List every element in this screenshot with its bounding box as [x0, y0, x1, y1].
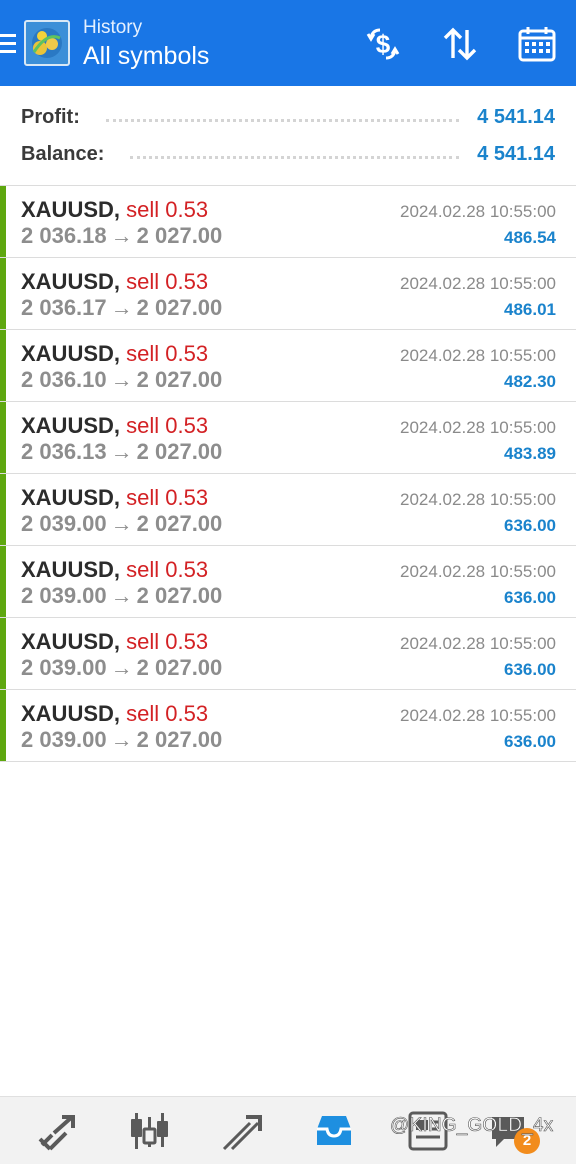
summary-panel: Profit: 4 541.14 Balance: 4 541.14: [0, 86, 576, 186]
deal-symbol: XAUUSD,: [21, 557, 121, 582]
arrow-right-icon: →: [110, 223, 133, 248]
open-price: 2 039.00: [21, 655, 107, 680]
arrow-right-icon: →: [110, 295, 133, 320]
deal-profit: 482.30: [504, 372, 556, 391]
deal-row[interactable]: XAUUSD, sell 0.53 2 036.17 → 2 027.00 2024.0…: [0, 258, 576, 330]
open-price: 2 036.18: [21, 223, 107, 248]
deal-time: 2024.02.28 10:55:00: [400, 418, 556, 437]
deal-time: 2024.02.28 10:55:00: [400, 490, 556, 509]
balance-row: Balance: 4 541.14: [21, 139, 555, 169]
deal-indicator: [0, 546, 6, 617]
chart-icon[interactable]: [128, 1109, 172, 1153]
deal-profit: 483.89: [504, 444, 556, 463]
dotted-leader: [130, 155, 460, 159]
deal-time: 2024.02.28 10:55:00: [400, 634, 556, 653]
deal-symbol: XAUUSD,: [21, 485, 121, 510]
trade-icon[interactable]: [220, 1109, 264, 1153]
deal-type: sell 0.53: [126, 701, 209, 726]
deal-row[interactable]: XAUUSD, sell 0.53 2 039.00 → 2 027.00 2024.0…: [0, 474, 576, 546]
deal-time: 2024.02.28 10:55:00: [400, 706, 556, 725]
sort-icon[interactable]: [440, 24, 480, 64]
deal-indicator: [0, 618, 6, 689]
profit-label: Profit:: [21, 105, 80, 128]
deal-list: XAUUSD, sell 0.53 2 036.18 → 2 027.00 2024.0…: [0, 186, 576, 762]
deal-row[interactable]: XAUUSD, sell 0.53 2 036.18 → 2 027.00 2024.0…: [0, 186, 576, 258]
app-logo: [24, 20, 70, 66]
close-price: 2 027.00: [136, 655, 223, 680]
open-price: 2 039.00: [21, 727, 107, 752]
balance-value: 4 541.14: [477, 142, 555, 165]
deal-type: sell 0.53: [126, 557, 209, 582]
open-price: 2 039.00: [21, 583, 107, 608]
deal-indicator: [0, 186, 6, 257]
svg-text:$: $: [376, 29, 391, 59]
close-price: 2 027.00: [136, 727, 223, 752]
watermark: @KING_GOLD_4x: [390, 1115, 554, 1137]
deal-indicator: [0, 402, 6, 473]
dotted-leader: [105, 118, 460, 122]
deal-symbol: XAUUSD,: [21, 701, 121, 726]
quotes-icon[interactable]: [36, 1109, 80, 1153]
open-price: 2 039.00: [21, 511, 107, 536]
deal-indicator: [0, 690, 6, 761]
deal-symbol: XAUUSD,: [21, 341, 121, 366]
deal-profit: 636.00: [504, 660, 556, 679]
deal-profit: 486.54: [504, 228, 556, 247]
close-price: 2 027.00: [136, 511, 223, 536]
balance-label: Balance:: [21, 142, 105, 165]
deal-symbol: XAUUSD,: [21, 629, 121, 654]
arrow-right-icon: →: [110, 439, 133, 464]
deal-profit: 636.00: [504, 516, 556, 535]
close-price: 2 027.00: [136, 439, 223, 464]
screen-subtitle: History: [83, 17, 143, 38]
deal-type: sell 0.53: [126, 629, 209, 654]
deal-row[interactable]: XAUUSD, sell 0.53 2 039.00 → 2 027.00 2024.0…: [0, 618, 576, 690]
arrow-right-icon: →: [110, 655, 133, 680]
profit-row: Profit: 4 541.14: [21, 102, 555, 132]
deal-time: 2024.02.28 10:55:00: [400, 202, 556, 221]
dollar-refresh-icon[interactable]: $: [363, 24, 403, 64]
deal-profit: 636.00: [504, 588, 556, 607]
deal-profit: 636.00: [504, 732, 556, 751]
deal-indicator: [0, 474, 6, 545]
deal-symbol: XAUUSD,: [21, 197, 121, 222]
close-price: 2 027.00: [136, 367, 223, 392]
calendar-icon[interactable]: [517, 24, 557, 64]
open-price: 2 036.10: [21, 367, 107, 392]
deal-type: sell 0.53: [126, 485, 209, 510]
deal-type: sell 0.53: [126, 341, 209, 366]
deal-symbol: XAUUSD,: [21, 413, 121, 438]
profit-value: 4 541.14: [477, 105, 555, 128]
menu-icon[interactable]: [0, 34, 16, 54]
arrow-right-icon: →: [110, 727, 133, 752]
deal-time: 2024.02.28 10:55:00: [400, 562, 556, 581]
deal-type: sell 0.53: [126, 413, 209, 438]
deal-type: sell 0.53: [126, 197, 209, 222]
deal-type: sell 0.53: [126, 269, 209, 294]
deal-row[interactable]: XAUUSD, sell 0.53 2 036.13 → 2 027.00 2024.0…: [0, 402, 576, 474]
deal-symbol: XAUUSD,: [21, 269, 121, 294]
close-price: 2 027.00: [136, 223, 223, 248]
close-price: 2 027.00: [136, 295, 223, 320]
open-price: 2 036.13: [21, 439, 107, 464]
deal-row[interactable]: XAUUSD, sell 0.53 2 036.10 → 2 027.00 2024.0…: [0, 330, 576, 402]
deal-row[interactable]: XAUUSD, sell 0.53 2 039.00 → 2 027.00 2024.0…: [0, 546, 576, 618]
deal-time: 2024.02.28 10:55:00: [400, 274, 556, 293]
arrow-right-icon: →: [110, 367, 133, 392]
deal-indicator: [0, 330, 6, 401]
deal-profit: 486.01: [504, 300, 556, 319]
arrow-right-icon: →: [110, 583, 133, 608]
history-icon[interactable]: [312, 1109, 356, 1153]
deal-time: 2024.02.28 10:55:00: [400, 346, 556, 365]
deal-row[interactable]: XAUUSD, sell 0.53 2 039.00 → 2 027.00 2024.0…: [0, 690, 576, 762]
open-price: 2 036.17: [21, 295, 107, 320]
arrow-right-icon: →: [110, 511, 133, 536]
deal-indicator: [0, 258, 6, 329]
screen-title[interactable]: All symbols: [83, 40, 209, 72]
close-price: 2 027.00: [136, 583, 223, 608]
app-bar: History All symbols $: [0, 0, 576, 86]
